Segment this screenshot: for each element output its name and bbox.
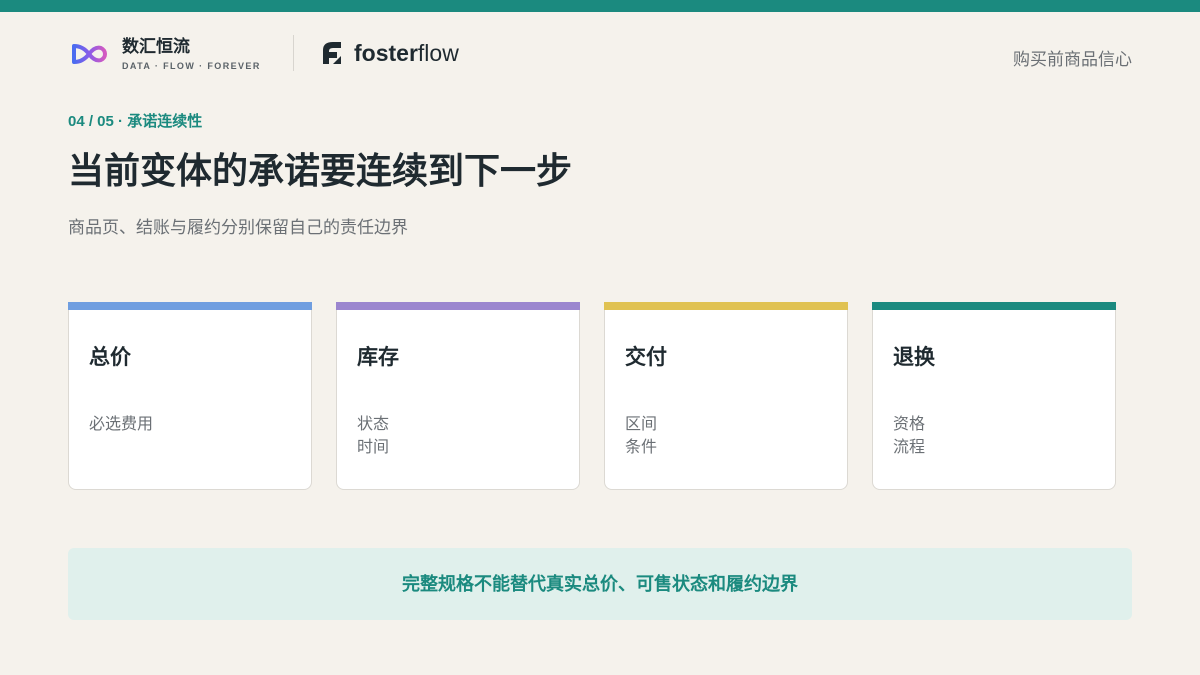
summary-callout: 完整规格不能替代真实总价、可售状态和履约边界 [68,548,1132,620]
card-accent-bar [336,302,580,310]
card-inventory: 库存 状态 时间 [336,302,580,490]
card-title: 总价 [89,346,131,369]
brand-tagline: DATA · FLOW · FOREVER [122,60,261,71]
card-line: 状态 [357,416,390,433]
card-title: 退换 [893,346,935,369]
slide-title: 当前变体的承诺要连续到下一步 [68,150,573,191]
brand[interactable]: 数汇恒流 DATA · FLOW · FOREVER [68,34,261,74]
header-divider [293,35,294,71]
infinity-loop-icon [68,34,110,74]
slide-eyebrow: 04 / 05 · 承诺连续性 [68,113,203,130]
partner-name-bold: foster [354,40,418,66]
card-delivery: 交付 区间 条件 [604,302,848,490]
card-line: 区间 [625,416,658,433]
partner-name: fosterflow [354,39,459,67]
partner-logo[interactable]: fosterflow [318,38,459,68]
header: 数汇恒流 DATA · FLOW · FOREVER fosterflow 购买… [68,30,1132,78]
card-line: 必选费用 [89,416,154,433]
partner-name-regular: flow [417,40,459,66]
top-accent-bar [0,0,1200,12]
card-total-price: 总价 必选费用 [68,302,312,490]
card-line: 条件 [625,439,658,456]
card-returns: 退换 资格 流程 [872,302,1116,490]
header-right-label: 购买前商品信心 [1013,50,1132,69]
card-accent-bar [604,302,848,310]
card-title: 交付 [625,346,667,369]
card-title: 库存 [357,346,399,369]
leaf-f-icon [318,39,346,67]
commitment-cards: 总价 必选费用 库存 状态 时间 交付 区间 条件 退换 资格 流程 [68,302,1116,490]
card-accent-bar [68,302,312,310]
callout-text: 完整规格不能替代真实总价、可售状态和履约边界 [402,574,798,594]
card-accent-bar [872,302,1116,310]
card-line: 资格 [893,416,926,433]
brand-name: 数汇恒流 [122,36,190,56]
card-line: 流程 [893,439,926,456]
slide-subtitle: 商品页、结账与履约分别保留自己的责任边界 [68,218,408,237]
card-line: 时间 [357,439,390,456]
